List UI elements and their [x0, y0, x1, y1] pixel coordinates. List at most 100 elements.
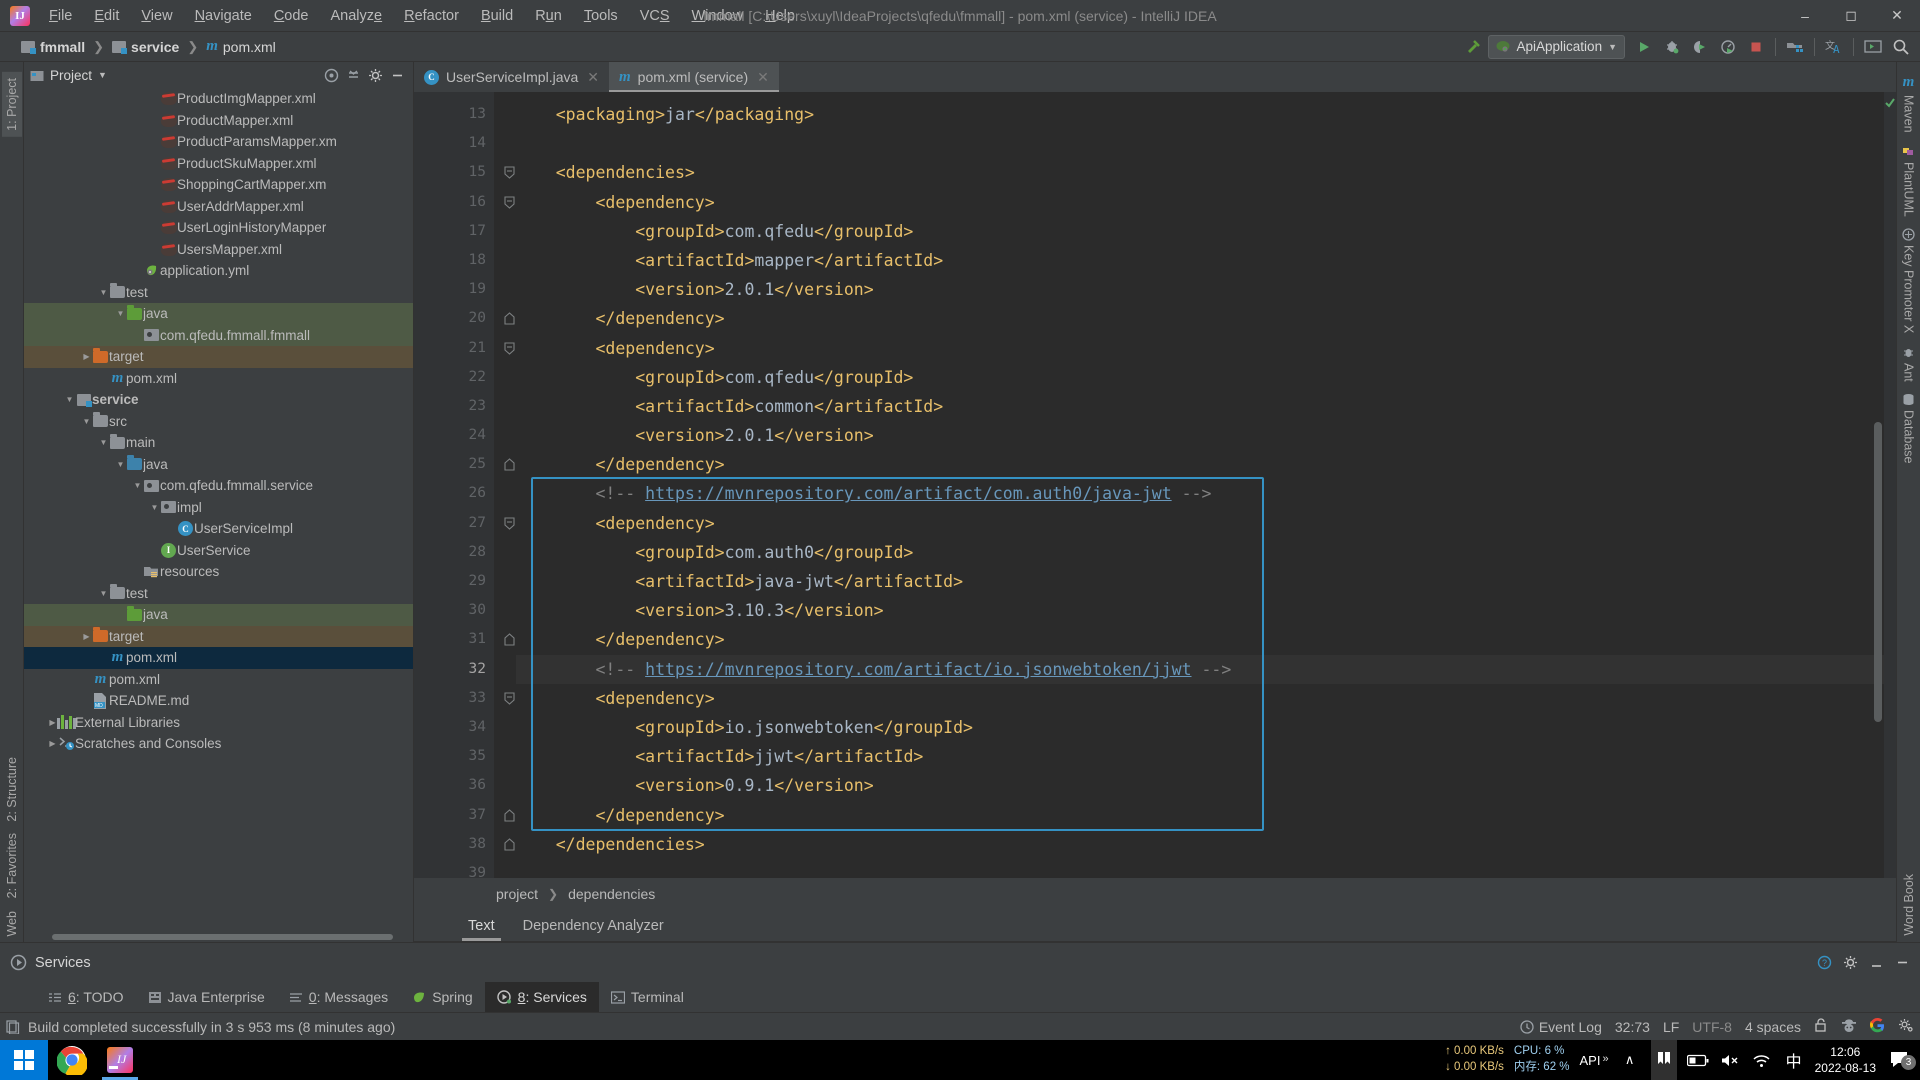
line-number[interactable]: 24	[414, 421, 494, 450]
translate-icon[interactable]: 文A	[1821, 35, 1847, 59]
windows-start-icon[interactable]	[0, 1040, 48, 1080]
fold-marker[interactable]	[503, 458, 516, 471]
line-number[interactable]: 38	[414, 830, 494, 859]
chrome-icon[interactable]	[48, 1040, 96, 1080]
line-number[interactable]: 22	[414, 363, 494, 392]
file-encoding[interactable]: UTF-8	[1692, 1019, 1732, 1035]
tree-node-usersmapper-xml[interactable]: UsersMapper.xml	[24, 239, 413, 261]
hector-icon[interactable]	[1841, 1018, 1857, 1036]
minimize-icon[interactable]	[1866, 953, 1886, 973]
tool-window-favorites[interactable]: 2: Favorites	[2, 827, 22, 904]
tree-node-userservice[interactable]: IUserService	[24, 540, 413, 562]
line-number[interactable]: 30	[414, 596, 494, 625]
tree-node-com-qfedu-fmmall-fmmall[interactable]: com.qfedu.fmmall.fmmall	[24, 325, 413, 347]
indent-setting[interactable]: 4 spaces	[1745, 1019, 1801, 1035]
code-line[interactable]: <dependency>	[516, 509, 1896, 538]
scrollbar-thumb[interactable]	[52, 934, 393, 940]
menu-item-refactor[interactable]: Refactor	[393, 3, 470, 29]
error-stripe-marker[interactable]	[1884, 92, 1896, 878]
tool-tab-java-enterprise[interactable]: Java Enterprise	[136, 982, 277, 1012]
help-icon[interactable]: ?	[1814, 953, 1834, 973]
line-number[interactable]: 37	[414, 801, 494, 830]
code-line[interactable]: <artifactId>common</artifactId>	[516, 392, 1896, 421]
line-number-gutter[interactable]: 1314151617181920212223242526272829303132…	[414, 92, 494, 878]
code-line[interactable]	[516, 859, 1896, 878]
tree-node-java[interactable]: java	[24, 604, 413, 626]
code-line[interactable]: <packaging>jar</packaging>	[516, 100, 1896, 129]
network-speed[interactable]: ↑ 0.00 KB/s ↓ 0.00 KB/s	[1445, 1044, 1504, 1075]
code-line[interactable]: </dependency>	[516, 801, 1896, 830]
tree-node-application-yml[interactable]: application.yml	[24, 260, 413, 282]
run-icon[interactable]	[1631, 35, 1657, 59]
code-line[interactable]: <artifactId>jjwt</artifactId>	[516, 742, 1896, 771]
tool-window-web[interactable]: Web	[2, 905, 22, 942]
tree-node-resources[interactable]: resources	[24, 561, 413, 583]
editor-vscrollbar[interactable]	[1874, 422, 1882, 722]
taskbar-clock[interactable]: 12:06 2022-08-13	[1815, 1044, 1876, 1076]
line-number[interactable]: 27	[414, 509, 494, 538]
tree-node-scratches-and-consoles[interactable]: ▶Scratches and Consoles	[24, 733, 413, 755]
breadcrumb-item-service[interactable]: service	[109, 37, 182, 57]
hide-panel-icon[interactable]	[1892, 953, 1912, 973]
chevron-right-icon[interactable]: ▶	[81, 352, 92, 361]
menu-item-run[interactable]: Run	[524, 3, 573, 29]
fold-marker[interactable]	[503, 692, 516, 705]
line-number[interactable]: 15	[414, 158, 494, 187]
tree-node-main[interactable]: ▼main	[24, 432, 413, 454]
code-line[interactable]: <version>3.10.3</version>	[516, 596, 1896, 625]
fold-marker[interactable]	[503, 342, 516, 355]
hide-panel-icon[interactable]	[387, 65, 407, 85]
line-number[interactable]: 18	[414, 246, 494, 275]
chevron-down-icon[interactable]: ▼	[115, 309, 126, 318]
target-icon[interactable]	[321, 65, 341, 85]
fold-marker[interactable]	[503, 312, 516, 325]
caret-position[interactable]: 32:73	[1615, 1019, 1650, 1035]
event-log-item[interactable]: Event Log	[1520, 1019, 1602, 1035]
tool-tab-messages[interactable]: 0: Messages	[277, 982, 400, 1012]
fold-marker[interactable]	[503, 196, 516, 209]
menu-item-code[interactable]: Code	[263, 3, 320, 29]
tab-dependency-analyzer[interactable]: Dependency Analyzer	[509, 910, 678, 941]
tool-window-key-promoter[interactable]: Key Promoter X	[1899, 222, 1919, 339]
notification-center-icon[interactable]: 3	[1886, 1050, 1914, 1070]
tree-node-pom-xml[interactable]: mpom.xml	[24, 669, 413, 691]
breadcrumb-project[interactable]: project	[496, 886, 538, 902]
tree-node-pom-xml[interactable]: mpom.xml	[24, 647, 413, 669]
tree-node-target[interactable]: ▶target	[24, 346, 413, 368]
tree-node-productmapper-xml[interactable]: ProductMapper.xml	[24, 110, 413, 132]
chevron-down-icon[interactable]: ▼	[98, 589, 109, 598]
code-line[interactable]: <dependency>	[516, 684, 1896, 713]
tree-node-java[interactable]: ▼java	[24, 303, 413, 325]
line-number[interactable]: 28	[414, 538, 494, 567]
tree-node-impl[interactable]: ▼impl	[24, 497, 413, 519]
fold-marker[interactable]	[503, 633, 516, 646]
stop-icon[interactable]	[1743, 35, 1769, 59]
tree-node-test[interactable]: ▼test	[24, 282, 413, 304]
line-number[interactable]: 32	[414, 655, 494, 684]
battery-icon[interactable]	[1687, 1054, 1709, 1067]
close-icon[interactable]: ✕	[587, 69, 599, 86]
debug-icon[interactable]	[1659, 35, 1685, 59]
api-tray-label[interactable]: API	[1580, 1053, 1601, 1068]
status-message[interactable]: Build completed successfully in 3 s 953 …	[28, 1019, 395, 1035]
tree-node-userloginhistorymapper[interactable]: UserLoginHistoryMapper	[24, 217, 413, 239]
code-line[interactable]	[516, 129, 1896, 158]
line-number[interactable]: 23	[414, 392, 494, 421]
menu-item-file[interactable]: File	[38, 3, 83, 29]
chevron-down-icon[interactable]: ▼	[132, 481, 143, 490]
tool-tab-services[interactable]: 8: Services	[485, 982, 599, 1012]
tool-window-database[interactable]: Database	[1899, 387, 1919, 470]
line-number[interactable]: 21	[414, 334, 494, 363]
tree-node-external-libraries[interactable]: ▶External Libraries	[24, 712, 413, 734]
tool-window-word-book[interactable]: Word Book	[1899, 868, 1919, 942]
maximize-button[interactable]: ◻	[1828, 0, 1874, 32]
search-icon[interactable]	[1888, 35, 1914, 59]
comment-url-link[interactable]: https://mvnrepository.com/artifact/com.a…	[645, 484, 1172, 503]
gear-icon[interactable]	[1898, 1018, 1914, 1036]
code-content[interactable]: <packaging>jar</packaging> <dependencies…	[516, 92, 1896, 878]
settings-gear-icon[interactable]	[365, 65, 385, 85]
menu-item-window[interactable]: Window	[681, 3, 755, 29]
chevron-down-icon[interactable]: ▼	[98, 288, 109, 297]
minimize-button[interactable]: –	[1782, 0, 1828, 32]
menu-item-build[interactable]: Build	[470, 3, 524, 29]
